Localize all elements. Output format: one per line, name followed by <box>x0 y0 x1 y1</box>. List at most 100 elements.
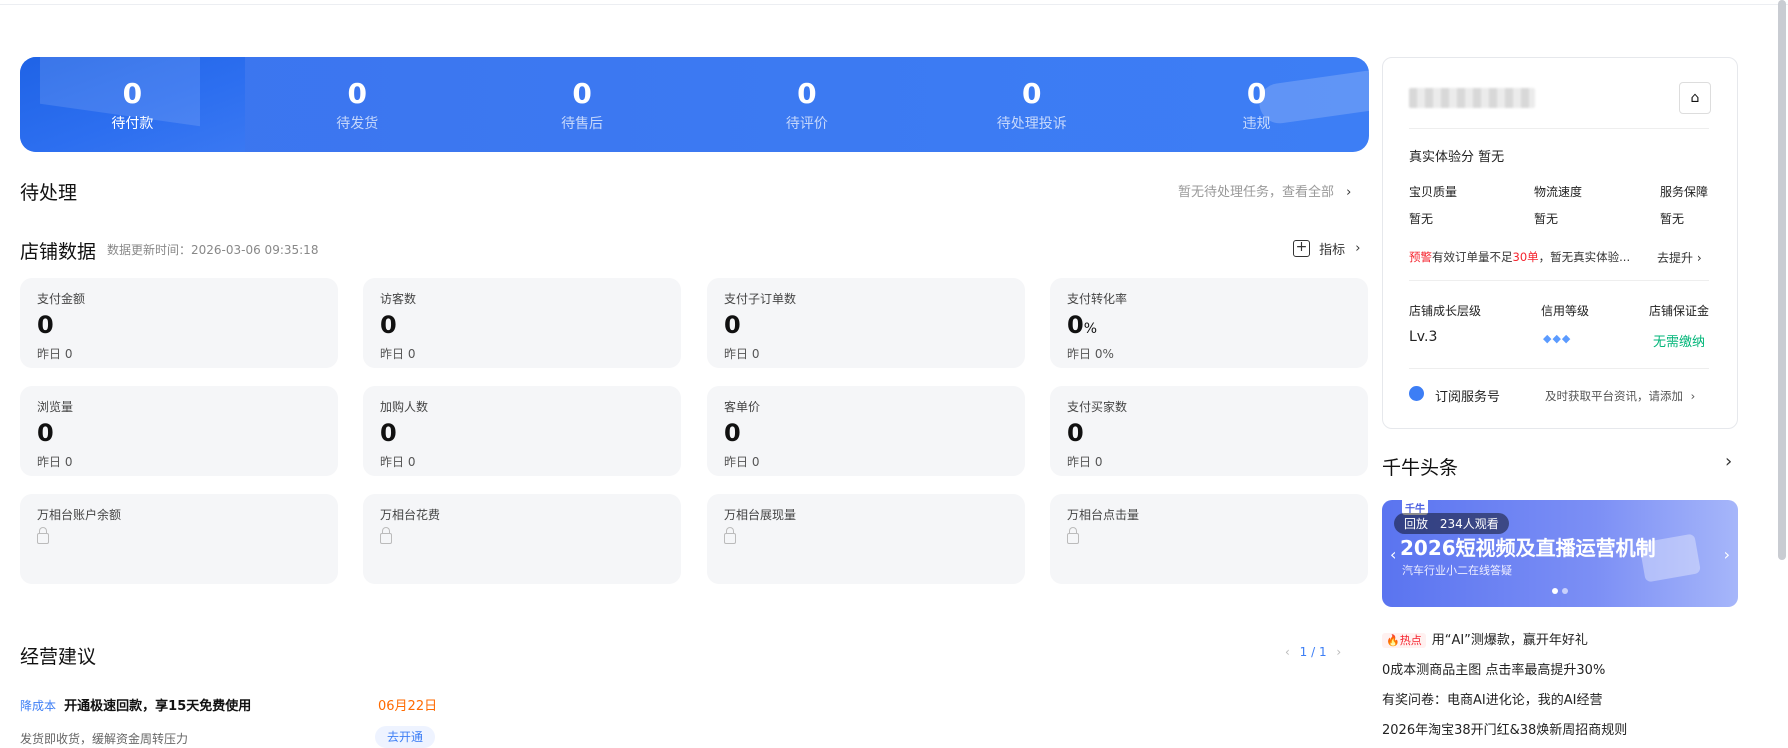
lock-icon <box>380 527 392 544</box>
metric-title: 客单价 <box>724 400 761 414</box>
chevron-right-icon[interactable]: › <box>1336 645 1341 659</box>
metric-value: 0% <box>1067 311 1351 343</box>
metric-title: 支付买家数 <box>1067 400 1128 414</box>
metric-card-ad-balance[interactable]: 万相台账户余额 <box>20 494 338 584</box>
deposit-label: 店铺保证金 <box>1649 304 1710 318</box>
banner-title: 2026短视频及直播运营机制 <box>1400 536 1656 560</box>
home-icon[interactable]: ⌂ <box>1679 82 1711 114</box>
metric-label-service: 服务保障 <box>1660 185 1709 199</box>
credit-level-label: 信用等级 <box>1541 304 1590 318</box>
banner-subtitle: 汽车行业小二在线答疑 <box>1402 564 1512 577</box>
metric-yesterday: 昨日 0% <box>1067 347 1114 361</box>
order-status-banner: 0 待付款 0 待发货 0 待售后 0 待评价 0 待处理投诉 0 违规 <box>20 57 1369 152</box>
experience-value: 暂无 <box>1478 150 1505 165</box>
lock-icon <box>1067 527 1079 544</box>
stat-violations[interactable]: 0 违规 <box>1144 57 1369 152</box>
metric-value-quality: 暂无 <box>1409 212 1434 226</box>
stat-pending-shipment[interactable]: 0 待发货 <box>245 57 470 152</box>
headline-banner[interactable]: 千牛 回放 234人观看 2026短视频及直播运营机制 汽车行业小二在线答疑 ‹… <box>1382 500 1738 607</box>
activate-button[interactable]: 去开通 <box>375 726 435 748</box>
carousel-prev-icon[interactable]: ‹ <box>1390 545 1396 564</box>
metric-value: 0 <box>1067 419 1351 451</box>
advice-headline: 开通极速回款，享15天免费使用 <box>64 699 252 714</box>
stat-value: 0 <box>122 77 143 110</box>
metric-value: 0 <box>724 419 1008 451</box>
headline-item[interactable]: 有奖问卷：电商AI进化论，我的AI经营 <box>1382 689 1602 708</box>
fire-icon: 🔥 <box>1386 634 1400 647</box>
stat-pending-payment[interactable]: 0 待付款 <box>20 57 245 152</box>
advice-item[interactable]: 降成本 开通极速回款，享15天免费使用 <box>20 695 251 714</box>
metric-card-sub-orders[interactable]: 支付子订单数 0 昨日 0 <box>707 278 1025 368</box>
page-scrollbar[interactable] <box>1778 0 1786 560</box>
carousel-next-icon[interactable]: › <box>1724 545 1730 564</box>
lock-icon <box>724 527 736 544</box>
metric-card-buyers[interactable]: 支付买家数 0 昨日 0 <box>1050 386 1368 476</box>
stat-label: 待评价 <box>785 116 828 132</box>
headlines-title: 千牛头条 <box>1382 457 1459 479</box>
metric-title: 支付金额 <box>37 292 86 306</box>
improve-link[interactable]: 去提升 › <box>1657 249 1702 266</box>
todo-view-all-link[interactable]: 暂无待处理任务，查看全部 › <box>1178 181 1351 200</box>
metric-title: 万相台点击量 <box>1067 508 1140 522</box>
metric-unit: % <box>1083 321 1098 337</box>
headline-item[interactable]: 🔥热点 用“AI”测爆款，赢开年好礼 <box>1382 629 1588 648</box>
shop-info-panel: ⌂ 真实体验分 暂无 宝贝质量 物流速度 服务保障 暂无 暂无 暂无 预警有效订… <box>1382 57 1738 429</box>
carousel-dot[interactable] <box>1562 588 1568 594</box>
metric-title: 加购人数 <box>380 400 429 414</box>
chevron-right-icon[interactable]: › <box>1725 451 1732 472</box>
advice-desc: 发货即收货，缓解资金周转压力 <box>20 732 189 746</box>
metric-title: 支付子订单数 <box>724 292 797 306</box>
metric-title: 浏览量 <box>37 400 74 414</box>
subscribe-link[interactable]: 及时获取平台资讯，请添加 › <box>1545 388 1695 404</box>
metric-title: 万相台账户余额 <box>37 508 122 522</box>
metric-card-pageviews[interactable]: 浏览量 0 昨日 0 <box>20 386 338 476</box>
stat-pending-review[interactable]: 0 待评价 <box>694 57 919 152</box>
chart-illustration <box>1638 533 1702 583</box>
chevron-left-icon[interactable]: ‹ <box>1285 645 1290 659</box>
plus-square-icon: + <box>1293 240 1310 257</box>
carousel-dot[interactable] <box>1552 588 1558 594</box>
metric-value: 0 <box>380 419 664 451</box>
metric-title: 万相台展现量 <box>724 508 797 522</box>
stat-label: 违规 <box>1242 116 1271 132</box>
metric-title: 支付转化率 <box>1067 292 1128 306</box>
metric-card-ad-spend[interactable]: 万相台花费 <box>363 494 681 584</box>
metric-number: 0 <box>724 419 741 447</box>
metric-number: 0 <box>724 311 741 339</box>
metrics-button[interactable]: + 指标 › <box>1293 239 1361 258</box>
viewer-count: 234人观看 <box>1439 517 1499 531</box>
stat-label: 待处理投诉 <box>996 116 1067 132</box>
metric-value-logistics: 暂无 <box>1534 212 1559 226</box>
warning-pre: 有效订单量不足 <box>1432 250 1513 264</box>
metric-value: 0 <box>380 311 664 343</box>
stat-complaints[interactable]: 0 待处理投诉 <box>919 57 1144 152</box>
experience-label: 真实体验分 <box>1409 150 1475 165</box>
stat-value: 0 <box>1021 77 1042 110</box>
stat-label: 待发货 <box>336 116 379 132</box>
diamond-icon: ◆◆◆ <box>1543 332 1572 345</box>
replay-label: 回放 <box>1404 517 1429 531</box>
top-divider <box>0 0 1788 5</box>
warning-post: ，暂无真实体验... <box>1538 250 1631 264</box>
metric-card-conversion[interactable]: 支付转化率 0% 昨日 0% <box>1050 278 1368 368</box>
chevron-right-icon: › <box>1696 251 1702 265</box>
stat-after-sale[interactable]: 0 待售后 <box>470 57 695 152</box>
metric-card-pay-amount[interactable]: 支付金额 0 昨日 0 <box>20 278 338 368</box>
metric-card-visitors[interactable]: 访客数 0 昨日 0 <box>363 278 681 368</box>
improve-label: 去提升 <box>1657 251 1694 265</box>
metrics-label: 指标 <box>1319 243 1346 258</box>
todo-title: 待处理 <box>20 182 78 204</box>
metric-card-ad-clicks[interactable]: 万相台点击量 <box>1050 494 1368 584</box>
advice-tag: 降成本 <box>20 699 57 713</box>
metric-number: 0 <box>380 311 397 339</box>
experience-score: 真实体验分 暂无 <box>1409 146 1504 165</box>
metric-card-ad-impressions[interactable]: 万相台展现量 <box>707 494 1025 584</box>
metric-card-avg-order[interactable]: 客单价 0 昨日 0 <box>707 386 1025 476</box>
headline-item[interactable]: 0成本测商品主图 点击率最高提升30% <box>1382 659 1605 678</box>
metric-yesterday: 昨日 0 <box>380 455 416 469</box>
metric-title: 万相台花费 <box>380 508 441 522</box>
headline-item[interactable]: 2026年淘宝38开门红&38焕新周招商规则 <box>1382 719 1627 738</box>
shop-data-title: 店铺数据 <box>20 241 97 263</box>
metric-yesterday: 昨日 0 <box>380 347 416 361</box>
metric-card-add-to-cart[interactable]: 加购人数 0 昨日 0 <box>363 386 681 476</box>
